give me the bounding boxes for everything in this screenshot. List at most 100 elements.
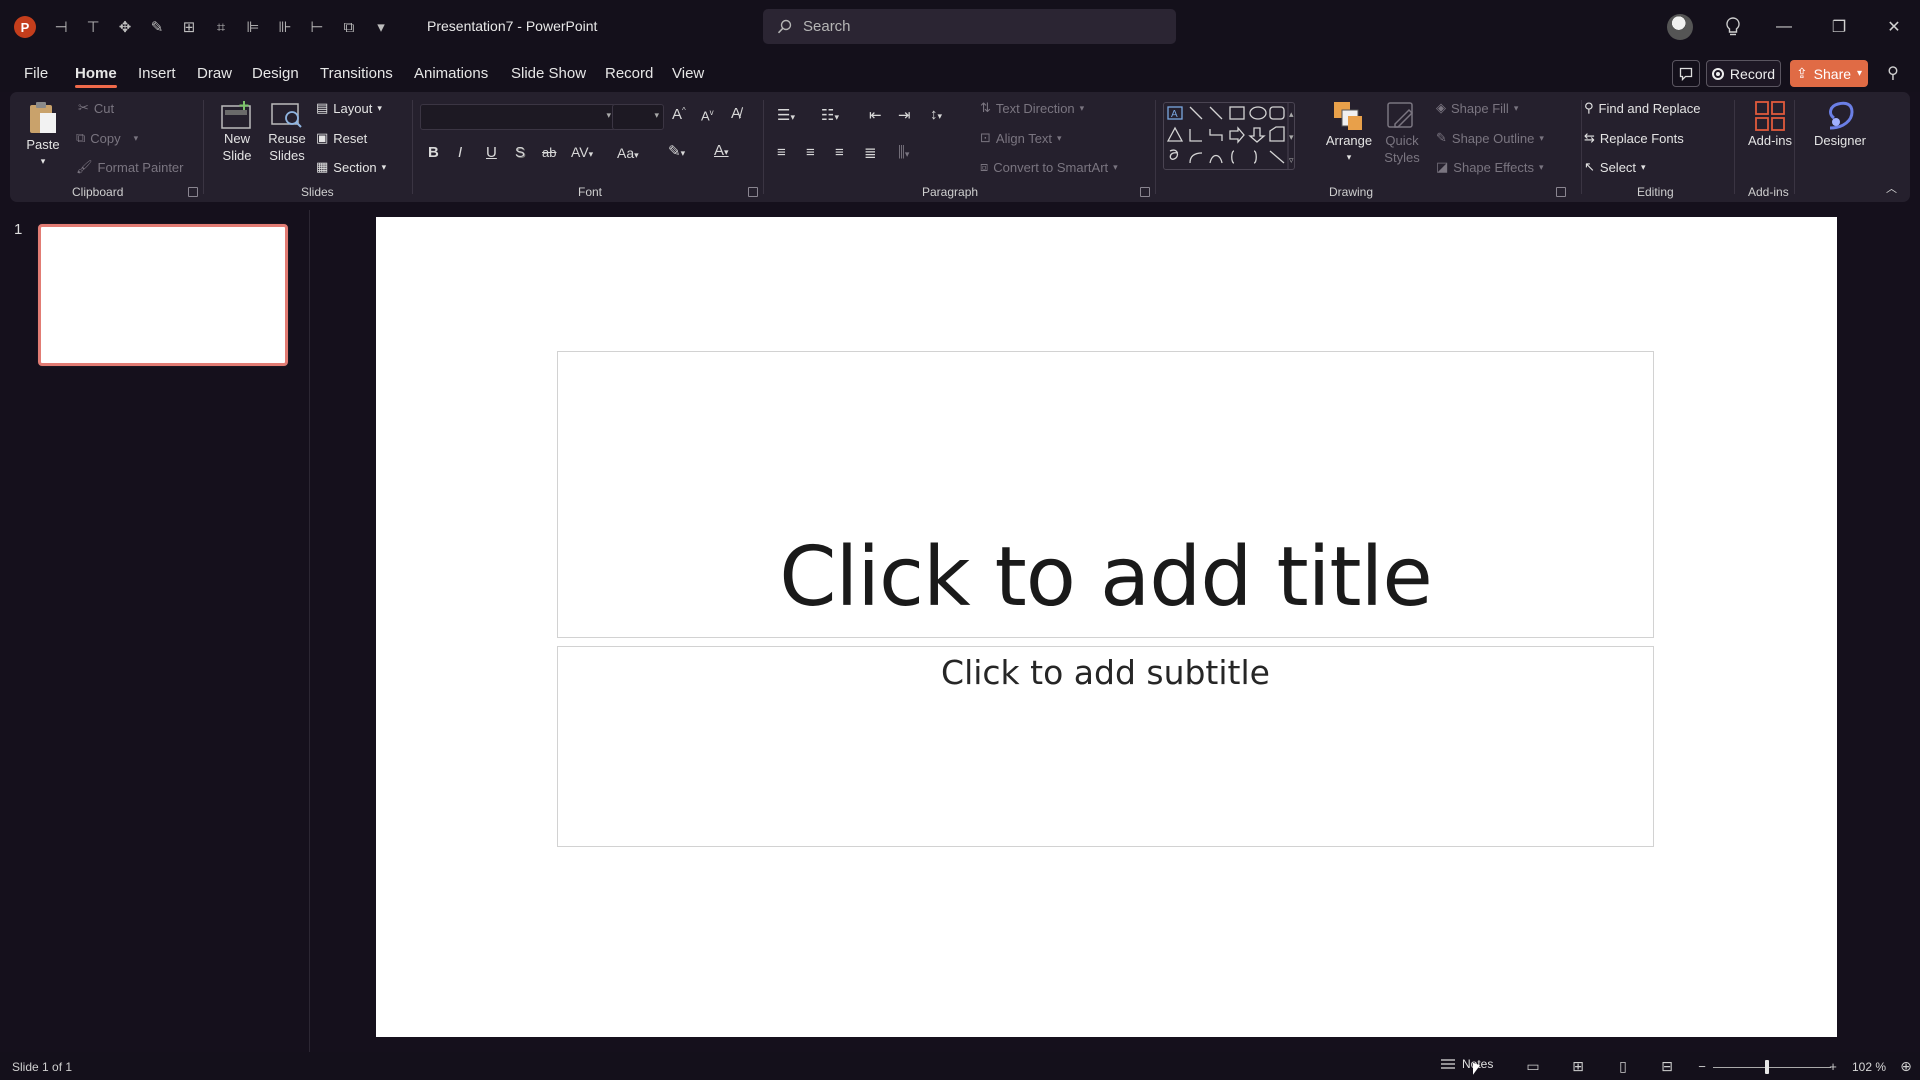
tab-home[interactable]: Home [75, 65, 117, 88]
share-button-label: Share [1813, 65, 1852, 82]
grow-font-icon[interactable]: A^ [672, 106, 686, 123]
text-shadow-button[interactable]: S [515, 144, 525, 161]
tab-file[interactable]: File [24, 65, 48, 82]
underline-button[interactable]: U [486, 144, 497, 161]
designer-button[interactable]: Designer [1805, 100, 1875, 149]
group-icon[interactable]: ⧉ [336, 12, 362, 42]
zoom-out-icon[interactable]: − [1692, 1058, 1712, 1074]
italic-button[interactable]: I [458, 144, 462, 161]
paragraph-launcher-icon[interactable] [1140, 187, 1150, 197]
tab-view[interactable]: View [672, 65, 704, 82]
group-label-add-ins: Add-ins [1748, 185, 1789, 199]
reading-view-icon[interactable]: ▯ [1613, 1058, 1633, 1074]
slide-thumbnail[interactable] [38, 224, 288, 366]
quick-styles-button[interactable]: Quick Styles [1379, 100, 1425, 166]
normal-view-icon[interactable]: ▭ [1523, 1058, 1543, 1074]
record-button[interactable]: Record [1706, 60, 1781, 87]
shape-outline-button[interactable]: ✎ Shape Outline ▾ [1436, 130, 1544, 146]
tab-insert[interactable]: Insert [138, 65, 176, 82]
clear-formatting-icon[interactable]: A̸ [731, 105, 741, 122]
tab-slide-show[interactable]: Slide Show [511, 65, 586, 82]
tab-transitions[interactable]: Transitions [320, 65, 393, 82]
align-right-qat-icon[interactable]: ⊢ [304, 12, 330, 42]
share-button[interactable]: ⇪ Share ▾ [1790, 60, 1868, 87]
align-left-qat-icon[interactable]: ⊣ [48, 12, 74, 42]
collapse-ribbon-icon[interactable]: ︿ [1886, 180, 1897, 196]
lightbulb-icon[interactable] [1720, 14, 1746, 40]
align-text-button[interactable]: ⊡ Align Text ▾ [980, 130, 1062, 146]
move-icon[interactable]: ✥ [112, 12, 138, 42]
new-slide-button[interactable]: New Slide [214, 100, 260, 164]
section-button[interactable]: ▦ Section ▾ [316, 159, 386, 175]
bold-button[interactable]: B [428, 144, 439, 161]
format-painter-button[interactable]: 🖌 Format Painter [76, 159, 184, 175]
pen-icon[interactable]: ✎ [144, 12, 170, 42]
minimize-icon[interactable]: — [1771, 14, 1797, 40]
zoom-level[interactable]: 102 % [1852, 1060, 1886, 1074]
highlight-icon[interactable]: ✎▾ [668, 142, 685, 160]
font-launcher-icon[interactable] [748, 187, 758, 197]
shape-effects-button[interactable]: ◪ Shape Effects ▾ [1436, 159, 1544, 175]
convert-smartart-button[interactable]: ⧈ Convert to SmartArt ▾ [980, 159, 1118, 175]
tab-draw[interactable]: Draw [197, 65, 232, 82]
character-spacing-button[interactable]: AV▾ [571, 144, 593, 160]
align-left-icon[interactable]: ≡ [777, 144, 786, 161]
avatar[interactable] [1667, 14, 1693, 40]
copy-button[interactable]: ⧉ Copy ▾ [76, 130, 138, 146]
title-placeholder[interactable]: Click to add title [557, 351, 1654, 638]
shapes-gallery[interactable]: A ▴ ▾ ▿ [1163, 102, 1295, 170]
change-case-button[interactable]: Aa▾ [617, 145, 639, 161]
shrink-font-icon[interactable]: Av [701, 108, 714, 123]
find-replace-button[interactable]: ⚲ Find and Replace [1584, 100, 1700, 116]
zoom-slider[interactable] [1713, 1067, 1831, 1068]
select-button[interactable]: ↖ Select ▾ [1584, 159, 1646, 175]
arrange-button[interactable]: Arrange ▾ [1324, 100, 1374, 166]
numbering-icon[interactable]: ☷▾ [821, 106, 839, 124]
line-spacing-icon[interactable]: ↕▾ [930, 106, 942, 123]
tab-animations[interactable]: Animations [414, 65, 488, 82]
notes-button[interactable]: Notes [1440, 1057, 1493, 1071]
font-color-icon[interactable]: A▾ [714, 142, 729, 159]
tab-record[interactable]: Record [605, 65, 653, 82]
search-box[interactable] [763, 9, 1176, 44]
distribute-icon[interactable]: ⊪ [272, 12, 298, 42]
tab-design[interactable]: Design [252, 65, 299, 82]
font-name-select[interactable]: ▾ [420, 104, 616, 130]
strikethrough-button[interactable]: ab [542, 145, 556, 160]
align-right-icon[interactable]: ≡ [835, 144, 844, 161]
justify-icon[interactable]: ≣ [864, 144, 877, 162]
crop-icon[interactable]: ⌗ [208, 12, 234, 42]
slide-sorter-icon[interactable]: ⊞ [1568, 1058, 1588, 1074]
reuse-slides-button[interactable]: Reuse Slides [264, 100, 310, 164]
align-middle-qat-icon[interactable]: ⊞ [176, 12, 202, 42]
zoom-slider-thumb[interactable] [1765, 1060, 1769, 1074]
clipboard-launcher-icon[interactable] [188, 187, 198, 197]
text-direction-button[interactable]: ⇅ Text Direction ▾ [980, 100, 1084, 116]
slide-show-icon[interactable]: ⊟ [1657, 1058, 1677, 1074]
reset-button[interactable]: ▣ Reset [316, 130, 367, 146]
replace-fonts-button[interactable]: ⇆ Replace Fonts [1584, 130, 1684, 146]
font-size-select[interactable]: ▾ [612, 104, 664, 130]
align-center-icon[interactable]: ≡ [806, 144, 815, 161]
search-input[interactable] [803, 18, 1143, 35]
drawing-launcher-icon[interactable] [1556, 187, 1566, 197]
ribbon-display-icon[interactable]: ⚲ [1880, 60, 1906, 86]
layout-button[interactable]: ▤ Layout ▾ [316, 100, 382, 116]
zoom-in-icon[interactable]: + [1823, 1058, 1843, 1074]
columns-icon[interactable]: ⫼▾ [898, 144, 909, 161]
chevron-down-icon: ▾ [1346, 152, 1352, 162]
decrease-indent-icon[interactable]: ⇤ [869, 106, 882, 124]
bullets-icon[interactable]: ☰▾ [777, 106, 795, 124]
subtitle-placeholder[interactable]: Click to add subtitle [557, 646, 1654, 847]
increase-indent-icon[interactable]: ⇥ [898, 106, 911, 124]
close-icon[interactable]: ✕ [1881, 14, 1907, 40]
paste-button[interactable]: Paste ▾ [26, 100, 60, 170]
align-objects-icon[interactable]: ⊫ [240, 12, 266, 42]
comments-button[interactable] [1672, 60, 1700, 87]
restore-icon[interactable]: ❐ [1826, 14, 1852, 40]
fit-to-window-icon[interactable]: ⊕ [1896, 1058, 1916, 1074]
shape-fill-button[interactable]: ◈ Shape Fill ▾ [1436, 100, 1518, 116]
customize-qat-icon[interactable]: ▾ [368, 12, 394, 42]
cut-button[interactable]: ✂ Cut [78, 100, 114, 116]
align-center-qat-icon[interactable]: ⊤ [80, 12, 106, 42]
